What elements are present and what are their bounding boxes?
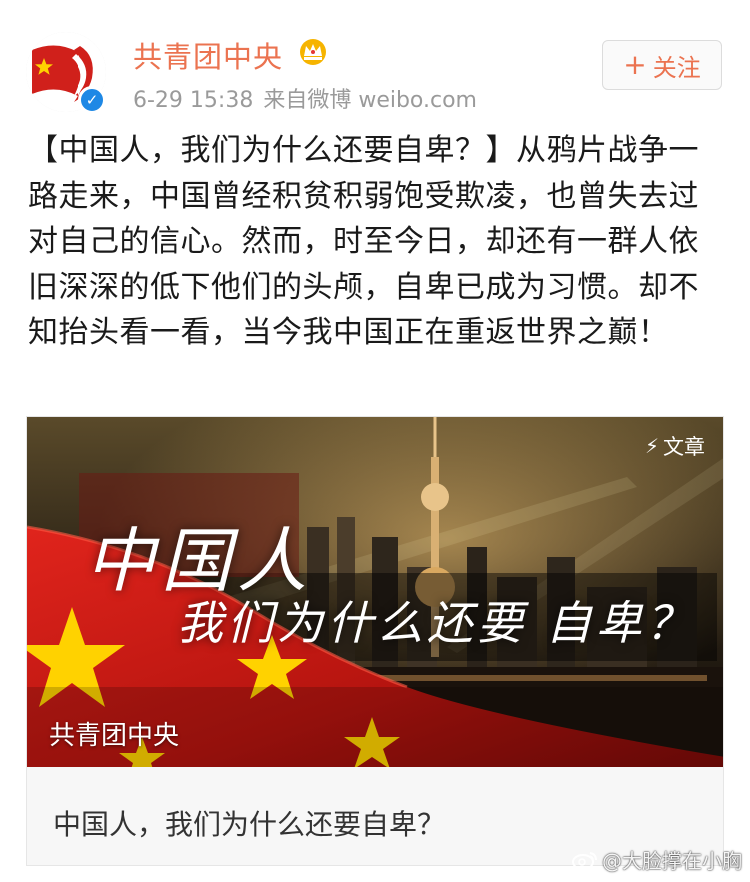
watermark: @大脸撑在小胸 bbox=[572, 845, 742, 874]
article-title[interactable]: 中国人，我们为什么还要自卑？ bbox=[53, 803, 445, 843]
post-source[interactable]: 来自微博 weibo.com bbox=[263, 88, 477, 113]
weibo-logo-icon bbox=[572, 851, 597, 870]
post-text: 【中国人，我们为什么还要自卑？】从鸦片战争一路走来，中国曾经积贫积弱饱受欺凌，也… bbox=[28, 133, 699, 351]
plus-icon: + bbox=[623, 48, 647, 81]
post-time: 6-29 15:38 bbox=[133, 88, 254, 113]
post-meta: 6-29 15:38 来自微博 weibo.com bbox=[133, 82, 477, 114]
follow-button[interactable]: + 关注 bbox=[602, 40, 722, 90]
article-cover-image[interactable]: ⚡ 文章 中国人 我们为什么还要 自卑？ 共青团中央 bbox=[27, 417, 723, 767]
article-card[interactable]: ⚡ 文章 中国人 我们为什么还要 自卑？ 共青团中央 中国人，我们为什么还要自卑… bbox=[26, 416, 724, 866]
article-type-badge: ⚡ 文章 bbox=[645, 431, 705, 461]
lightning-icon: ⚡ bbox=[644, 434, 659, 458]
cover-caption: 共青团中央 bbox=[49, 721, 180, 751]
user-name[interactable]: 共青团中央 bbox=[133, 34, 283, 76]
crown-icon[interactable] bbox=[298, 38, 328, 66]
verified-badge-icon: ✓ bbox=[78, 86, 106, 114]
watermark-text: @大脸撑在小胸 bbox=[602, 849, 742, 873]
article-badge-label: 文章 bbox=[663, 435, 705, 459]
follow-label: 关注 bbox=[652, 53, 701, 82]
cover-headline-sub: 我们为什么还要 自卑？ bbox=[177, 596, 696, 650]
